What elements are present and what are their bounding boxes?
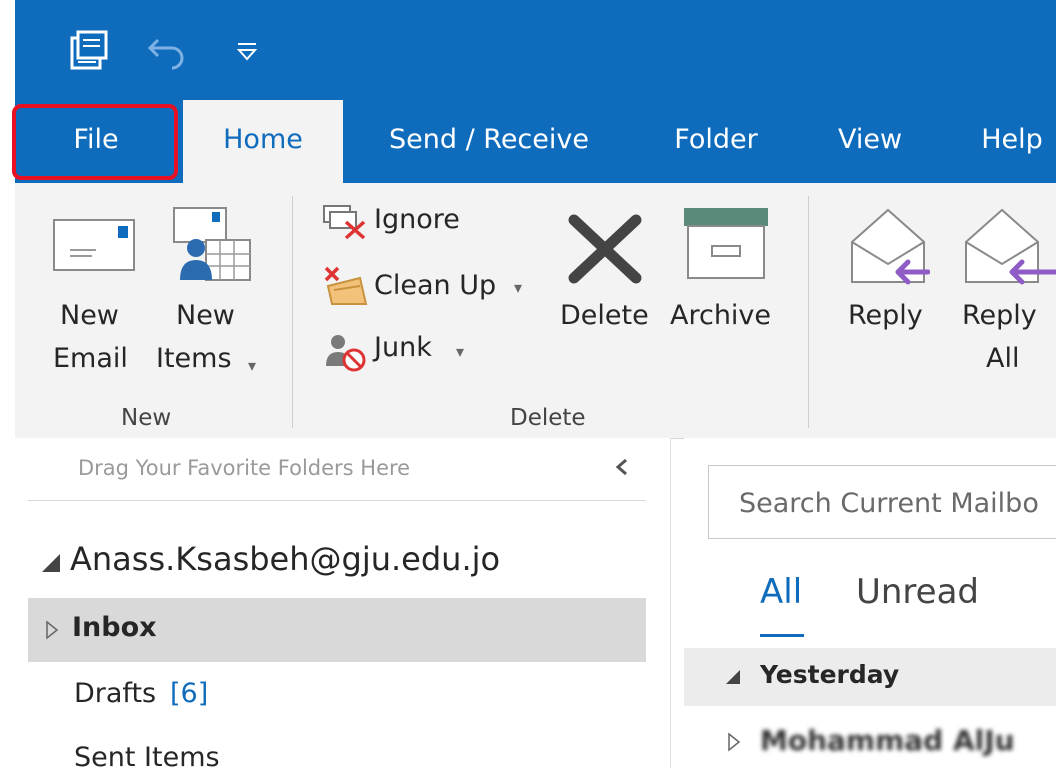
reply-button[interactable]: Reply xyxy=(838,200,938,350)
new-items-dropdown-icon: ▾ xyxy=(248,356,257,375)
tab-help[interactable]: Help xyxy=(970,100,1054,183)
filter-unread-tab[interactable]: Unread xyxy=(852,572,1002,632)
group-delete-label: Delete xyxy=(510,405,586,431)
reply-icon xyxy=(846,202,931,292)
favorites-divider xyxy=(28,500,646,501)
message-row[interactable]: Mohammad AlJu xyxy=(684,716,1056,768)
drafts-count: [6] xyxy=(170,678,209,709)
expand-inbox-icon xyxy=(44,620,60,644)
delete-button[interactable]: Delete xyxy=(558,200,668,350)
new-email-label-1: New xyxy=(60,300,119,331)
reply-label: Reply xyxy=(848,300,923,331)
tab-send-receive[interactable]: Send / Receive xyxy=(373,100,605,183)
clean-up-button[interactable]: Clean Up ▾ xyxy=(318,262,538,312)
reply-all-icon xyxy=(960,202,1056,292)
delete-icon xyxy=(566,214,646,288)
archive-label: Archive xyxy=(670,300,772,331)
save-icon[interactable] xyxy=(68,28,112,72)
new-email-button[interactable]: New Email xyxy=(40,200,150,390)
customize-qat-icon[interactable] xyxy=(234,40,260,64)
filter-all-underline xyxy=(760,634,804,637)
archive-button[interactable]: Archive xyxy=(668,200,786,350)
new-items-label-2: Items xyxy=(156,343,232,374)
ribbon-separator-1 xyxy=(292,196,293,428)
ignore-label: Ignore xyxy=(374,204,460,235)
clean-up-icon xyxy=(320,264,370,312)
account-header[interactable]: Anass.Ksasbeh@gju.edu.jo xyxy=(36,540,656,590)
inbox-label: Inbox xyxy=(72,612,157,643)
collapse-group-icon xyxy=(724,668,742,690)
ignore-button[interactable]: Ignore xyxy=(318,200,488,246)
filter-all-tab[interactable]: All xyxy=(756,572,810,640)
junk-dropdown-icon: ▾ xyxy=(456,342,465,361)
ignore-icon xyxy=(320,204,370,244)
filter-unread-label: Unread xyxy=(856,572,980,612)
account-name: Anass.Ksasbeh@gju.edu.jo xyxy=(70,540,501,578)
new-email-label-2: Email xyxy=(53,343,128,374)
expand-account-icon xyxy=(40,552,62,578)
delete-label: Delete xyxy=(560,300,649,331)
junk-button[interactable]: Junk ▾ xyxy=(318,328,478,374)
tab-view[interactable]: View xyxy=(825,100,915,183)
clean-up-dropdown-icon: ▾ xyxy=(514,278,523,297)
drafts-label: Drafts xyxy=(74,678,157,709)
new-items-icon xyxy=(166,204,256,292)
new-items-label-1: New xyxy=(176,300,235,331)
new-items-button[interactable]: New Items ▾ xyxy=(152,200,272,390)
reply-all-label-2: All xyxy=(986,343,1020,374)
collapse-pane-icon[interactable] xyxy=(610,455,634,479)
tab-folder[interactable]: Folder xyxy=(660,100,772,183)
group-new-label: New xyxy=(121,405,172,431)
junk-icon xyxy=(324,332,368,376)
group-header-yesterday[interactable]: Yesterday xyxy=(684,648,1056,706)
new-email-icon xyxy=(52,218,138,278)
tab-home[interactable]: Home xyxy=(183,100,343,183)
filter-all-label: All xyxy=(760,572,803,612)
folder-drafts[interactable]: Drafts [6] xyxy=(28,672,646,722)
clean-up-label: Clean Up xyxy=(374,270,497,301)
yesterday-label: Yesterday xyxy=(760,660,900,689)
search-placeholder: Search Current Mailbo xyxy=(739,488,1039,519)
ribbon-separator-2 xyxy=(808,196,809,428)
archive-icon xyxy=(682,206,770,286)
undo-icon[interactable] xyxy=(146,30,190,70)
folder-sent-items[interactable]: Sent Items xyxy=(28,740,646,768)
folder-inbox[interactable]: Inbox xyxy=(28,598,646,662)
file-tab-highlight xyxy=(12,104,178,180)
favorites-hint: Drag Your Favorite Folders Here xyxy=(78,456,411,480)
sent-items-label: Sent Items xyxy=(74,742,220,768)
reply-all-label-1: Reply xyxy=(962,300,1037,331)
junk-label: Junk xyxy=(374,332,432,363)
search-input[interactable]: Search Current Mailbo xyxy=(708,465,1056,539)
sender-name-blurred: Mohammad AlJu xyxy=(760,724,1015,757)
expand-conversation-icon xyxy=(726,732,742,756)
reply-all-button[interactable]: Reply All xyxy=(952,200,1056,390)
